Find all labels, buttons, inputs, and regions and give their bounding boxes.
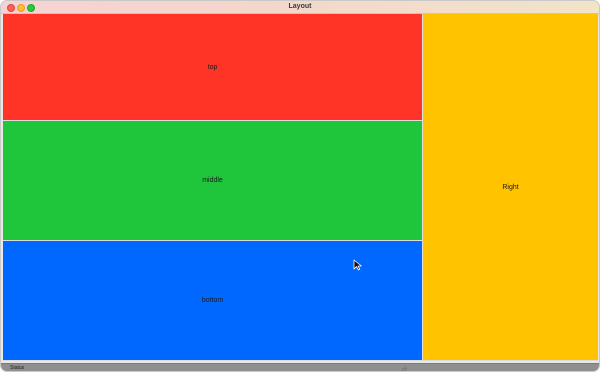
right-pane[interactable]: Right <box>423 14 598 360</box>
middle-pane-label: middle <box>202 177 223 184</box>
status-bar: Status <box>1 363 599 371</box>
top-pane[interactable]: top <box>3 14 422 120</box>
middle-pane[interactable]: middle <box>3 121 422 240</box>
top-pane-label: top <box>207 63 218 71</box>
status-label: Status <box>10 365 25 371</box>
resize-grip-icon[interactable] <box>400 366 408 371</box>
window-title: Layout <box>288 3 312 10</box>
bottom-pane-label: bottom <box>201 297 224 304</box>
app-window: Layout top middle bottom Right Status <box>0 0 600 372</box>
title-bar[interactable]: Layout <box>1 1 599 14</box>
right-pane-label: Right <box>502 183 519 191</box>
mouse-cursor-icon <box>353 259 362 271</box>
layout-content: top middle bottom Right <box>3 14 598 361</box>
